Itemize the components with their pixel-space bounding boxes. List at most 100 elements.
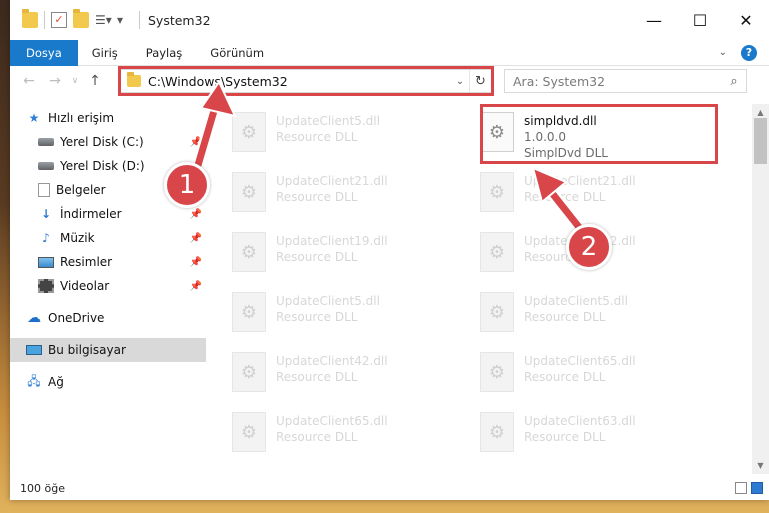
file-name: UpdateClient21.dll <box>524 174 636 188</box>
sidebar-item-this-pc[interactable]: Bu bilgisayar <box>10 338 206 362</box>
sidebar-item-network[interactable]: 🖧 Ağ <box>10 370 206 394</box>
file-tile[interactable]: ⚙ UpdateClient19.dll Resource DLL <box>216 226 448 278</box>
cloud-icon: ☁ <box>27 310 41 326</box>
file-list: ⚙ UpdateClient5.dll Resource DLL ⚙ simpld… <box>216 104 748 474</box>
sidebar-item-local-disk-c[interactable]: Yerel Disk (C:) 📌 <box>10 130 206 154</box>
dll-file-icon: ⚙ <box>480 412 514 452</box>
sidebar-item-music[interactable]: ♪ Müzik 📌 <box>10 226 206 250</box>
sidebar-item-label: Ağ <box>48 375 64 389</box>
address-bar[interactable]: C:\Windows\System32 ⌄ ↻ <box>120 69 492 93</box>
sidebar-item-label: Resimler <box>60 255 113 269</box>
sidebar-item-label: Videolar <box>60 279 110 293</box>
file-name: UpdateClient5.dll <box>276 294 380 308</box>
sidebar-item-videos[interactable]: Videolar 📌 <box>10 274 206 298</box>
details-view-icon[interactable] <box>735 482 747 494</box>
file-name: UpdateClient21.dll <box>276 174 388 188</box>
scroll-down-icon[interactable]: ▼ <box>752 457 769 474</box>
file-tile[interactable]: ⚙ UpdateClient65.dll Resource DLL <box>216 406 448 458</box>
file-description: Resource DLL <box>276 430 358 444</box>
file-name: UpdateClient42.dll <box>276 354 388 368</box>
sidebar-item-label: Yerel Disk (D:) <box>60 159 145 173</box>
vertical-scrollbar[interactable]: ▲ ▼ <box>752 104 769 474</box>
sidebar-item-quick-access[interactable]: ★ Hızlı erişim <box>10 106 206 130</box>
pin-icon: 📌 <box>189 280 202 292</box>
file-tile[interactable]: ⚙ UpdateClient63.dll Resource DLL <box>464 406 696 458</box>
tab-file[interactable]: Dosya <box>10 40 78 66</box>
new-folder-icon[interactable] <box>73 9 89 28</box>
window-title: System32 <box>148 12 211 28</box>
help-icon[interactable]: ? <box>741 44 757 61</box>
pictures-icon <box>38 256 54 268</box>
downloads-icon: ↓ <box>40 207 52 221</box>
maximize-button[interactable]: ☐ <box>677 0 723 40</box>
search-input[interactable]: Ara: System32 <box>513 74 722 89</box>
refresh-button[interactable]: ↻ <box>469 70 491 92</box>
navigation-pane: ★ Hızlı erişim Yerel Disk (C:) 📌 Yerel D… <box>10 104 206 474</box>
sidebar-item-pictures[interactable]: Resimler 📌 <box>10 250 206 274</box>
tab-share[interactable]: Paylaş <box>132 40 197 66</box>
file-description: Resource DLL <box>276 370 358 384</box>
file-name: UpdateClient63.dll <box>524 414 636 428</box>
file-name: UpdateClient65.dll <box>276 414 388 428</box>
file-tile[interactable]: ⚙ UpdateClient5.dll Resource DLL <box>216 106 448 158</box>
file-tile[interactable]: ⚙ UpdateClient5.dll Resource DLL <box>216 286 448 338</box>
file-description: Resource DLL <box>524 370 606 384</box>
folder-icon <box>22 9 38 28</box>
disk-icon <box>38 138 54 146</box>
file-tile[interactable]: ⚙ UpdateClient5.dll Resource DLL <box>464 286 696 338</box>
pin-icon: 📌 <box>189 208 202 220</box>
file-description: SimplDvd DLL <box>524 146 608 160</box>
chevron-down-icon[interactable]: ⌄ <box>451 76 469 87</box>
file-tile[interactable]: ⚙ UpdateClient21.dll Resource DLL <box>464 166 696 218</box>
ribbon-expand-icon[interactable]: ⌄ <box>719 47 727 58</box>
file-name: UpdateClient65.dll <box>524 354 636 368</box>
dll-file-icon: ⚙ <box>480 232 514 272</box>
properties-check-icon[interactable]: ✓ <box>51 12 67 28</box>
file-tile[interactable]: ⚙ UpdateClient21.dll Resource DLL <box>216 166 448 218</box>
scroll-thumb[interactable] <box>754 118 767 164</box>
status-bar: 100 öğe <box>10 476 769 500</box>
address-path[interactable]: C:\Windows\System32 <box>148 74 451 89</box>
file-version: 1.0.0.0 <box>524 130 566 144</box>
back-button[interactable]: ← <box>16 68 42 94</box>
item-count: 100 öğe <box>20 481 65 495</box>
file-tile-simpldvd[interactable]: ⚙ simpldvd.dll 1.0.0.0 SimplDvd DLL <box>464 106 696 160</box>
sidebar-item-onedrive[interactable]: ☁ OneDrive <box>10 306 206 330</box>
folder-icon <box>127 72 141 87</box>
recent-locations-icon[interactable]: ∨ <box>68 68 82 94</box>
sidebar-item-label: Bu bilgisayar <box>48 343 126 357</box>
up-button[interactable]: ↑ <box>82 68 108 94</box>
title-bar: ✓ ☰▾ ▾ System32 — ☐ ✕ <box>10 0 769 40</box>
file-description: Resource DLL <box>524 190 606 204</box>
forward-button[interactable]: → <box>42 68 68 94</box>
documents-icon <box>38 183 50 197</box>
search-icon[interactable]: ⌕ <box>722 74 746 89</box>
file-tile[interactable]: ⚙ UpdateClient42.dll Resource DLL <box>216 346 448 398</box>
close-button[interactable]: ✕ <box>723 0 769 40</box>
dll-file-icon: ⚙ <box>232 352 266 392</box>
minimize-button[interactable]: — <box>631 0 677 40</box>
music-icon: ♪ <box>42 231 50 245</box>
file-tile[interactable]: ⚙ UpdateClient65.dll Resource DLL <box>464 346 696 398</box>
sidebar-item-label: Yerel Disk (C:) <box>60 135 144 149</box>
file-name: UpdateClient5.dll <box>276 114 380 128</box>
file-name: UpdateClient5.dll <box>524 294 628 308</box>
customize-toolbar-icon[interactable]: ☰▾ <box>95 12 112 28</box>
videos-icon <box>38 279 54 293</box>
tab-view[interactable]: Görünüm <box>196 40 278 66</box>
sidebar-item-label: Müzik <box>60 231 95 245</box>
file-description: Resource DLL <box>276 310 358 324</box>
tab-home[interactable]: Giriş <box>78 40 132 66</box>
qat-dropdown-icon[interactable]: ▾ <box>117 12 133 28</box>
sidebar-item-label: Hızlı erişim <box>48 111 115 125</box>
computer-icon <box>26 345 42 355</box>
file-description: Resource DLL <box>524 430 606 444</box>
search-box[interactable]: Ara: System32 ⌕ <box>504 69 747 93</box>
dll-file-icon: ⚙ <box>232 292 266 332</box>
star-icon: ★ <box>28 111 40 125</box>
dll-file-icon: ⚙ <box>232 232 266 272</box>
pin-icon: 📌 <box>189 232 202 244</box>
dll-file-icon: ⚙ <box>480 172 514 212</box>
large-icons-view-icon[interactable] <box>751 482 763 494</box>
navigation-bar: ← → ∨ ↑ C:\Windows\System32 ⌄ ↻ Ara: Sys… <box>10 66 769 96</box>
